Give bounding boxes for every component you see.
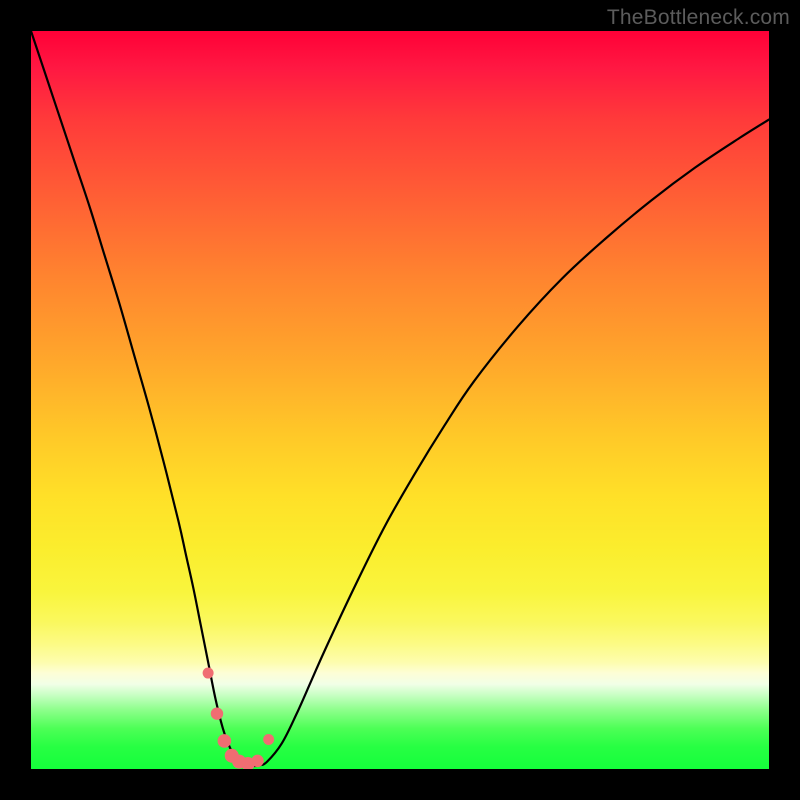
valley-marker [251,755,263,767]
watermark-text: TheBottleneck.com [607,6,790,30]
plot-area [31,31,769,769]
valley-marker [203,668,214,679]
chart-svg [31,31,769,769]
valley-marker [211,707,223,719]
valley-marker [263,734,274,745]
bottleneck-curve [31,31,769,766]
chart-frame: TheBottleneck.com [0,0,800,800]
valley-marker [218,734,232,748]
valley-markers [203,668,275,769]
